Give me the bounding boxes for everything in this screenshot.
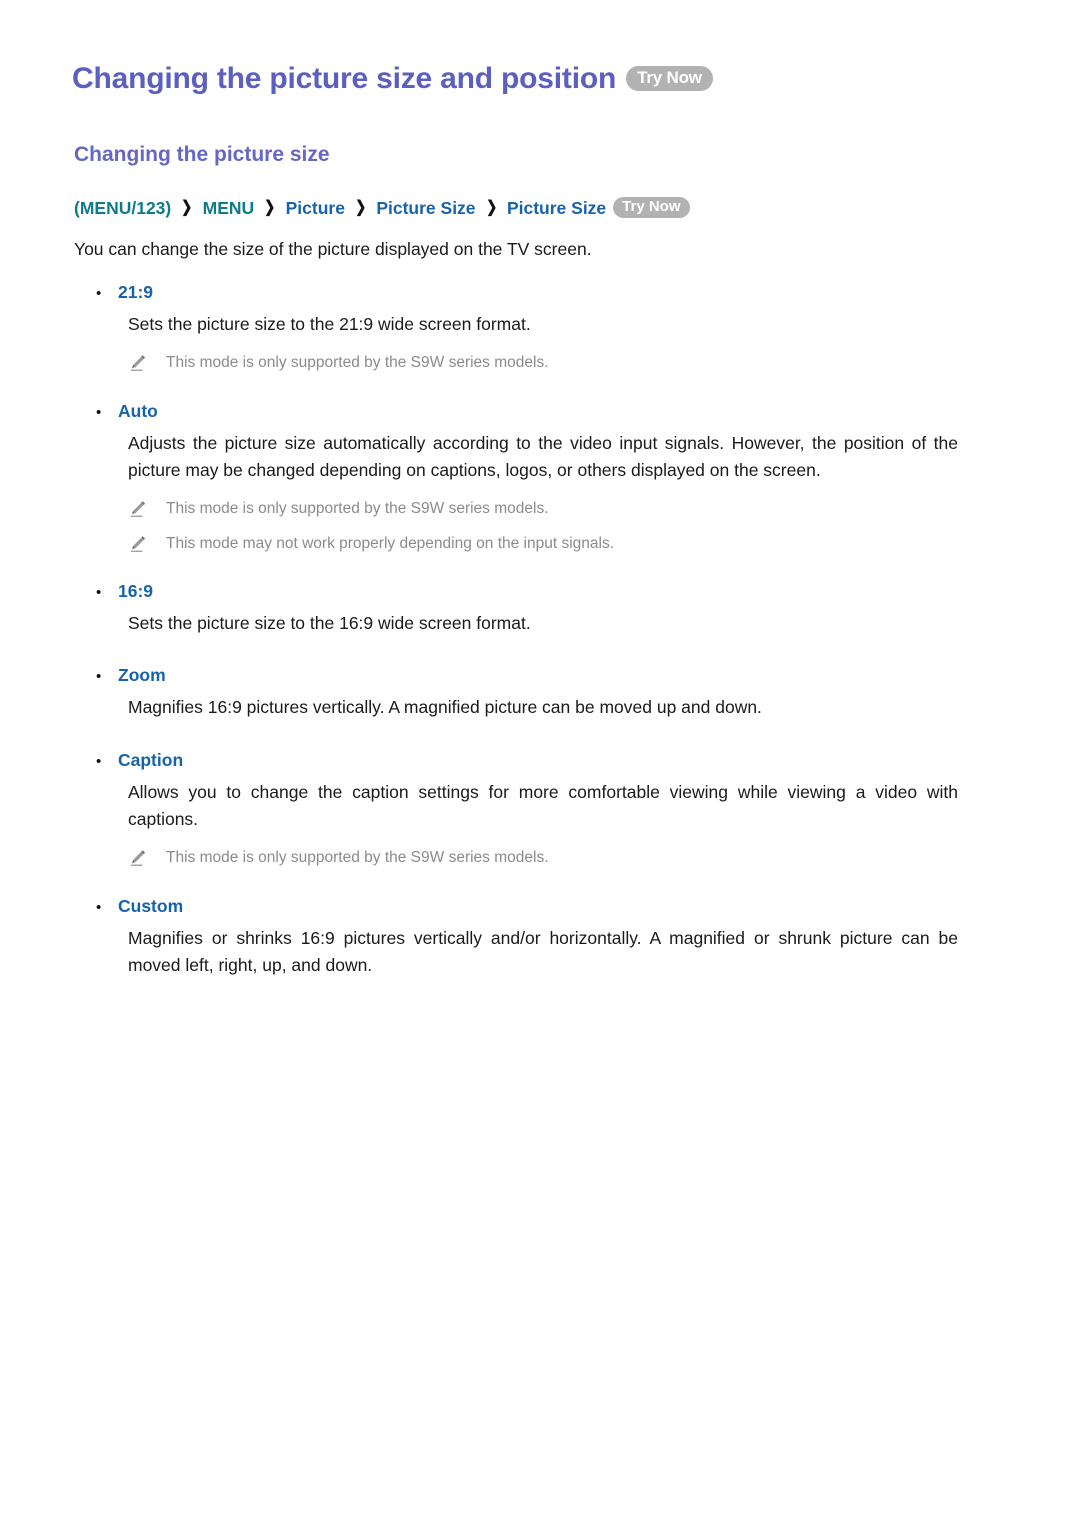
pencil-icon [128,500,166,520]
option-block-auto: • Auto Adjusts the picture size automati… [72,401,1008,556]
try-now-badge-breadcrumb[interactable]: Try Now [613,196,690,218]
breadcrumb-item-menu123[interactable]: (MENU/123) [74,197,171,220]
bullet-icon: • [96,752,102,770]
option-block-21-9: • 21:9 Sets the picture size to the 21:9… [72,282,1008,375]
option-description-custom: Magnifies or shrinks 16:9 pictures verti… [128,927,958,976]
chevron-right-icon: ❯ [485,198,497,216]
chevron-right-icon: ❯ [181,198,193,216]
bullet-icon: • [96,403,102,421]
breadcrumb: (MENU/123) ❯ MENU ❯ Picture ❯ Picture Si… [74,196,1008,220]
option-label-custom[interactable]: Custom [118,896,183,917]
pencil-icon [128,535,166,555]
try-now-badge-title[interactable]: Try Now [626,66,713,92]
intro-paragraph: You can change the size of the picture d… [74,238,592,259]
option-description-16-9: Sets the picture size to the 16:9 wide s… [128,613,531,634]
option-header: • Custom [72,896,1008,917]
note-text: This mode may not work properly dependin… [166,534,615,552]
option-header: • 16:9 [72,581,1008,602]
breadcrumb-item-menu[interactable]: MENU [203,197,255,220]
document-page: Changing the picture size and position T… [0,0,1080,1527]
bullet-icon: • [96,584,102,602]
note-text: This mode is only supported by the S9W s… [166,354,549,372]
chevron-right-icon: ❯ [264,198,276,216]
bullet-icon: • [96,668,102,686]
breadcrumb-item-picture[interactable]: Picture [286,197,345,220]
bullet-icon: • [96,284,102,302]
pencil-icon [128,354,166,374]
option-description-caption: Allows you to change the caption setting… [128,781,958,829]
page-title: Changing the picture size and position T… [72,62,1008,96]
breadcrumb-item-picture-size[interactable]: Picture Size [376,197,475,220]
option-label-16-9[interactable]: 16:9 [118,581,153,602]
option-header: • Auto [72,401,1008,422]
option-block-16-9: • 16:9 Sets the picture size to the 16:9… [72,581,1008,637]
breadcrumb-item-picture-size-2[interactable]: Picture Size [507,197,606,220]
note-text: This mode is only supported by the S9W s… [166,500,549,518]
option-description-auto: Adjusts the picture size automatically a… [128,432,958,480]
note-row: This mode is only supported by the S9W s… [72,847,1008,869]
option-block-zoom: • Zoom Magnifies 16:9 pictures verticall… [72,665,1008,721]
option-header: • Caption [72,750,1008,771]
note-row: This mode is only supported by the S9W s… [72,352,1008,374]
option-label-auto[interactable]: Auto [118,401,158,422]
option-header: • Zoom [72,665,1008,686]
option-description-21-9: Sets the picture size to the 21:9 wide s… [128,313,531,334]
pencil-icon [128,849,166,869]
note-row: This mode is only supported by the S9W s… [72,498,1008,520]
option-label-21-9[interactable]: 21:9 [118,282,153,303]
bullet-icon: • [96,898,102,916]
option-label-zoom[interactable]: Zoom [118,665,166,686]
section-heading: Changing the picture size [74,142,330,166]
option-label-caption[interactable]: Caption [118,750,183,771]
option-block-custom: • Custom Magnifies or shrinks 16:9 pictu… [72,896,1008,980]
option-block-caption: • Caption Allows you to change the capti… [72,750,1008,870]
chevron-right-icon: ❯ [355,198,367,216]
note-text: This mode is only supported by the S9W s… [166,849,549,867]
option-description-zoom: Magnifies 16:9 pictures vertically. A ma… [128,697,762,718]
option-header: • 21:9 [72,282,1008,303]
page-title-text: Changing the picture size and position [72,62,617,95]
note-row: This mode may not work properly dependin… [72,533,1008,555]
